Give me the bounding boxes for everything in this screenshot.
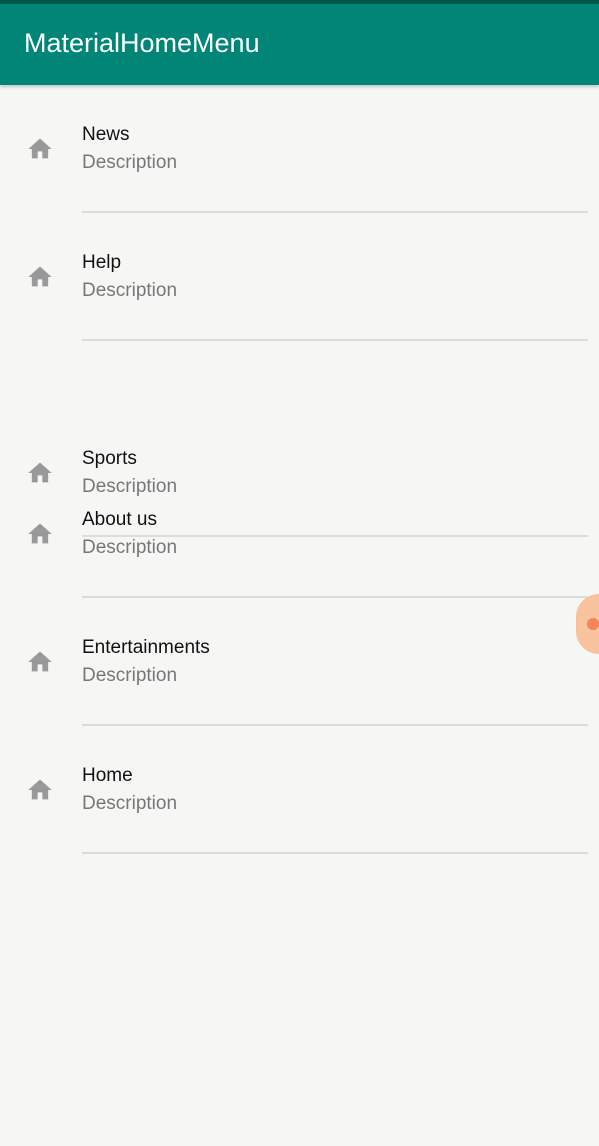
app-bar: MaterialHomeMenu (0, 4, 599, 85)
home-icon (26, 776, 54, 804)
menu-item-description: Description (82, 665, 178, 686)
menu-item-description: Description (82, 793, 178, 814)
menu-item-title: Home (82, 765, 133, 786)
menu-item-news[interactable]: News Description (0, 85, 599, 213)
app-title: MaterialHomeMenu (24, 28, 260, 58)
home-icon (26, 263, 54, 291)
home-icon (26, 135, 54, 163)
menu-item-title: Help (82, 252, 122, 273)
touch-dot (587, 618, 599, 630)
menu-item-title: News (82, 124, 130, 145)
home-icon (26, 648, 54, 676)
menu-item-description: Description (82, 280, 178, 301)
menu-item-title: Entertainments (82, 637, 210, 658)
menu-item-title: About us (82, 509, 157, 530)
divider (82, 339, 588, 341)
divider (82, 852, 588, 854)
menu-item-entertainments[interactable]: Entertainments Description (0, 598, 599, 726)
menu-item-help[interactable]: Help Description (0, 213, 599, 341)
menu-item-home[interactable]: Home Description (0, 726, 599, 854)
menu-item-about-us[interactable]: About us Description (0, 470, 599, 598)
menu-item-title: Sports (82, 448, 137, 469)
menu-item-description: Description (82, 537, 178, 558)
home-icon (26, 520, 54, 548)
menu-item-description: Description (82, 152, 178, 173)
